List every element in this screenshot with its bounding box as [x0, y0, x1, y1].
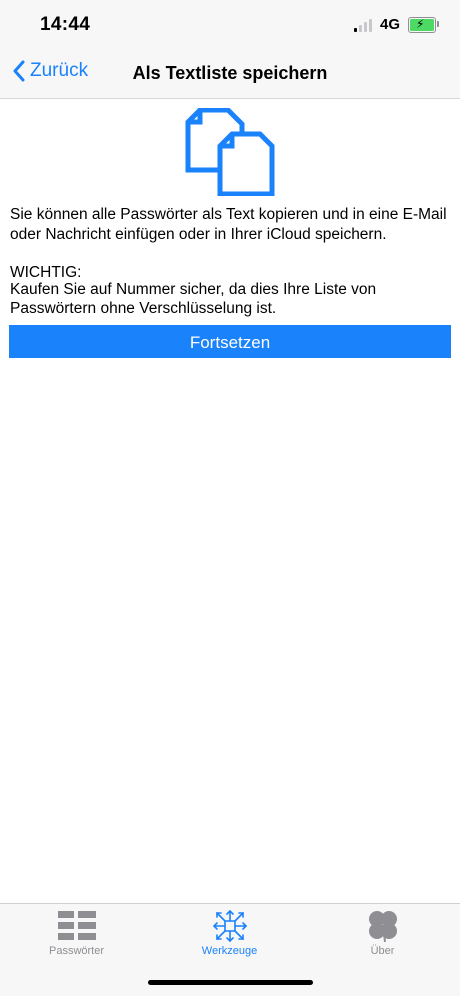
- warning-text: Kaufen Sie auf Nummer sicher, da dies Ih…: [10, 281, 377, 317]
- list-icon: [57, 911, 96, 940]
- tab-passwords[interactable]: Passwörter: [0, 904, 153, 964]
- description-text: Sie können alle Passwörter als Text kopi…: [10, 206, 447, 243]
- tools-icon: [212, 909, 247, 943]
- tab-about-label: Über: [370, 945, 395, 957]
- tab-about[interactable]: Über: [306, 904, 459, 964]
- copy-documents-icon: [185, 108, 275, 196]
- continue-button[interactable]: Fortsetzen: [9, 325, 451, 358]
- status-time: 14:44: [40, 14, 91, 35]
- screen: 14:44 4G ⚡ Zurück Als Textliste speicher…: [0, 0, 460, 996]
- clover-icon: [368, 911, 397, 943]
- page-title: Als Textliste speichern: [132, 63, 328, 83]
- navigation-bar: Zurück Als Textliste speichern: [0, 50, 460, 99]
- status-indicators: 4G ⚡: [353, 16, 439, 33]
- status-bar: 14:44 4G ⚡: [0, 0, 460, 50]
- battery-icon: ⚡: [408, 16, 439, 33]
- tab-tools[interactable]: Werkzeuge: [153, 904, 306, 964]
- signal-icon: [353, 18, 372, 32]
- tab-passwords-label: Passwörter: [48, 945, 105, 957]
- home-indicator: [148, 980, 313, 985]
- tab-tools-label: Werkzeuge: [201, 945, 258, 957]
- network-type: 4G: [379, 16, 400, 33]
